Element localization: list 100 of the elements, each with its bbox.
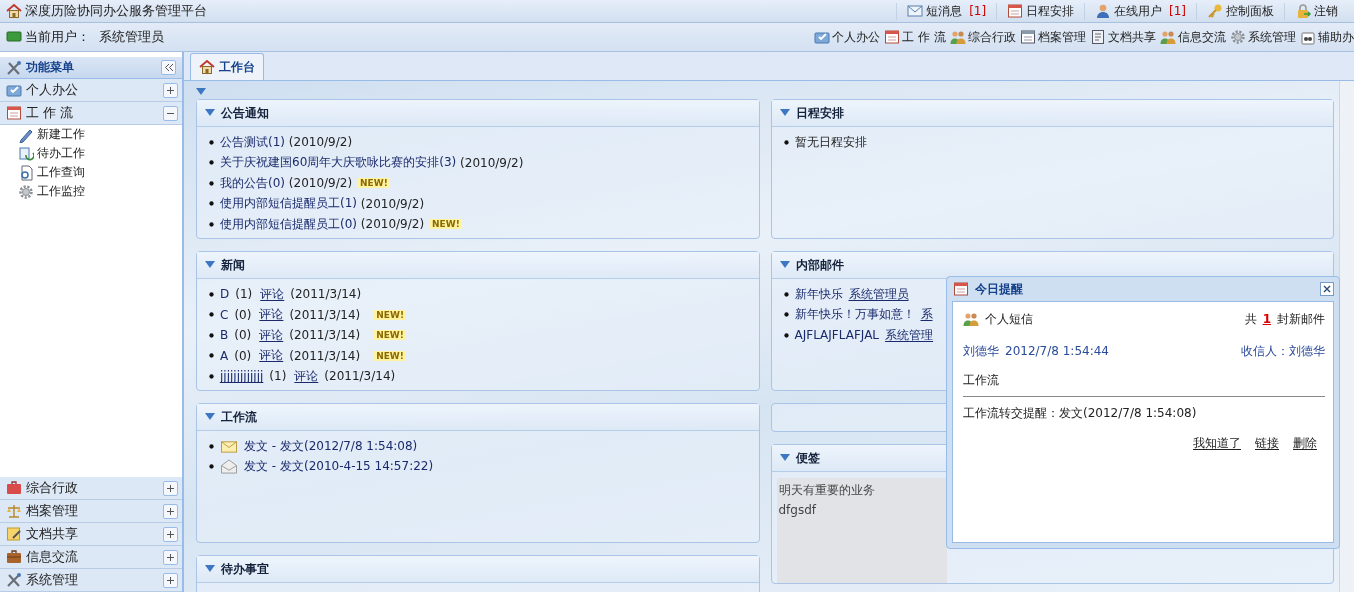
menu-group[interactable]: 工 作 流: [0, 102, 182, 125]
menu-item[interactable]: 待办工作: [0, 144, 182, 163]
module-link[interactable]: 信息交流: [1160, 28, 1226, 46]
menu-group[interactable]: 档案管理: [0, 500, 182, 523]
notice-link[interactable]: 关于庆祝建国60周年大庆歌咏比赛的安排(3): [220, 154, 457, 172]
bullet-icon: [209, 291, 214, 297]
bullet-icon: [209, 464, 214, 470]
triangle-icon[interactable]: [779, 109, 790, 117]
triangle-icon[interactable]: [205, 261, 215, 269]
menu-group[interactable]: 系统管理: [0, 569, 182, 592]
workflow-link[interactable]: 发文 - 发文(2010-4-15 14:57:22): [244, 458, 434, 476]
news-title[interactable]: D: [220, 287, 230, 302]
module-link[interactable]: 系统管理: [1230, 28, 1296, 46]
date-text: (2010/9/2): [459, 155, 524, 170]
house-icon: [6, 3, 22, 19]
comment-link[interactable]: 评论: [260, 285, 285, 303]
panel-title: 日程安排: [795, 104, 844, 122]
mail-subject[interactable]: AJFLAJFLAFJAL: [794, 328, 880, 343]
menu-group[interactable]: 综合行政: [0, 477, 182, 500]
scrollbar[interactable]: [1339, 81, 1354, 592]
close-icon[interactable]: [1320, 282, 1334, 296]
comment-link[interactable]: 评论: [259, 326, 284, 344]
module-link[interactable]: 工 作 流: [884, 28, 946, 46]
top-link[interactable]: 注销: [1284, 2, 1348, 20]
panel-title: 便签: [795, 449, 820, 467]
bullet-icon: [783, 291, 789, 297]
calendar-icon: [6, 105, 22, 121]
module-link[interactable]: 文档共享: [1090, 28, 1156, 46]
date-text: (2010/9/2): [359, 196, 425, 211]
date-text: (2010/9/2): [287, 135, 353, 150]
sender-link[interactable]: 系: [920, 306, 933, 324]
expand-button[interactable]: [163, 480, 178, 496]
menu-item[interactable]: 工作查询: [0, 163, 182, 182]
action-link[interactable]: 链接: [1255, 435, 1279, 452]
bullet-icon: [783, 332, 789, 338]
lock-icon: [1295, 3, 1311, 19]
menu-group[interactable]: 文档共享: [0, 523, 182, 546]
folder-check-icon: [6, 82, 22, 98]
workflow-link[interactable]: 发文 - 发文(2012/7/8 1:54:08): [244, 437, 418, 455]
comment-count: (1): [269, 369, 287, 384]
comment-count: (0): [234, 328, 252, 343]
date-text: (2010/9/2): [359, 217, 425, 232]
current-user-name: 系统管理员: [99, 28, 164, 46]
news-title[interactable]: C: [220, 307, 229, 322]
news-title[interactable]: jjjjjjjjjjjjj: [220, 369, 264, 384]
bullet-icon: [209, 353, 214, 359]
panel-title: 内部邮件: [795, 256, 844, 274]
panel-title: 公告通知: [221, 104, 269, 122]
notice-link[interactable]: 使用内部短信提醒员工(1): [220, 195, 357, 213]
news-title[interactable]: B: [220, 328, 229, 343]
top-link[interactable]: 控制面板: [1196, 2, 1284, 20]
triangle-icon[interactable]: [779, 261, 790, 269]
top-link[interactable]: 短消息 [1]: [896, 2, 997, 20]
menu-item[interactable]: 工作监控: [0, 182, 182, 201]
panel-title: 待办事宜: [221, 560, 269, 578]
module-link[interactable]: 档案管理: [1020, 28, 1086, 46]
top-link[interactable]: 日程安排: [996, 2, 1085, 20]
bullet-icon: [209, 180, 214, 186]
comment-link[interactable]: 评论: [259, 347, 284, 365]
total-label: 共: [1244, 310, 1257, 328]
triangle-icon[interactable]: [779, 454, 790, 462]
collapse-sidebar-button[interactable]: [161, 60, 176, 75]
expand-button[interactable]: [163, 503, 178, 519]
notice-link[interactable]: 我的公告(0): [220, 174, 285, 192]
news-title[interactable]: A: [220, 348, 229, 363]
tools-icon: [6, 59, 22, 76]
menu-item[interactable]: 新建工作: [0, 125, 182, 144]
tab[interactable]: 工作台: [190, 53, 264, 80]
module-link[interactable]: 辅助办: [1300, 28, 1354, 46]
menu-group[interactable]: 信息交流: [0, 546, 182, 569]
collapse-button[interactable]: [163, 105, 178, 121]
sender-link[interactable]: 系统管理: [885, 326, 934, 344]
expand-button[interactable]: [163, 549, 178, 565]
module-link[interactable]: 综合行政: [950, 28, 1016, 46]
note-area[interactable]: 明天有重要的业务 dfgsdf: [776, 478, 947, 583]
triangle-icon[interactable]: [205, 413, 215, 421]
expand-button[interactable]: [163, 572, 178, 588]
plus-icon: [166, 529, 175, 539]
date-text: (2011/3/14): [289, 328, 361, 343]
triangle-icon[interactable]: [205, 565, 215, 573]
action-link[interactable]: 删除: [1293, 435, 1317, 452]
triangle-icon[interactable]: [196, 88, 206, 96]
comment-link[interactable]: 评论: [294, 367, 319, 385]
triangle-icon[interactable]: [205, 109, 215, 117]
mail-subject[interactable]: 新年快乐: [794, 285, 843, 303]
module-link[interactable]: 个人办公: [814, 28, 881, 46]
comment-link[interactable]: 评论: [259, 306, 284, 324]
current-user-label: 当前用户：: [25, 28, 90, 46]
mail-subject[interactable]: 新年快乐！万事如意！: [794, 306, 915, 324]
sender-link[interactable]: 系统管理员: [848, 285, 909, 303]
notice-link[interactable]: 公告测试(1): [220, 133, 285, 151]
top-link[interactable]: 在线用户 [1]: [1084, 2, 1196, 20]
briefcase-icon: [6, 480, 22, 496]
notice-link[interactable]: 使用内部短信提醒员工(0): [220, 215, 357, 233]
menu-group[interactable]: 个人办公: [0, 79, 182, 102]
expand-button[interactable]: [163, 82, 178, 98]
bullet-icon: [209, 221, 214, 227]
action-link[interactable]: 我知道了: [1193, 435, 1241, 452]
bullet-icon: [209, 373, 214, 379]
expand-button[interactable]: [163, 526, 178, 542]
